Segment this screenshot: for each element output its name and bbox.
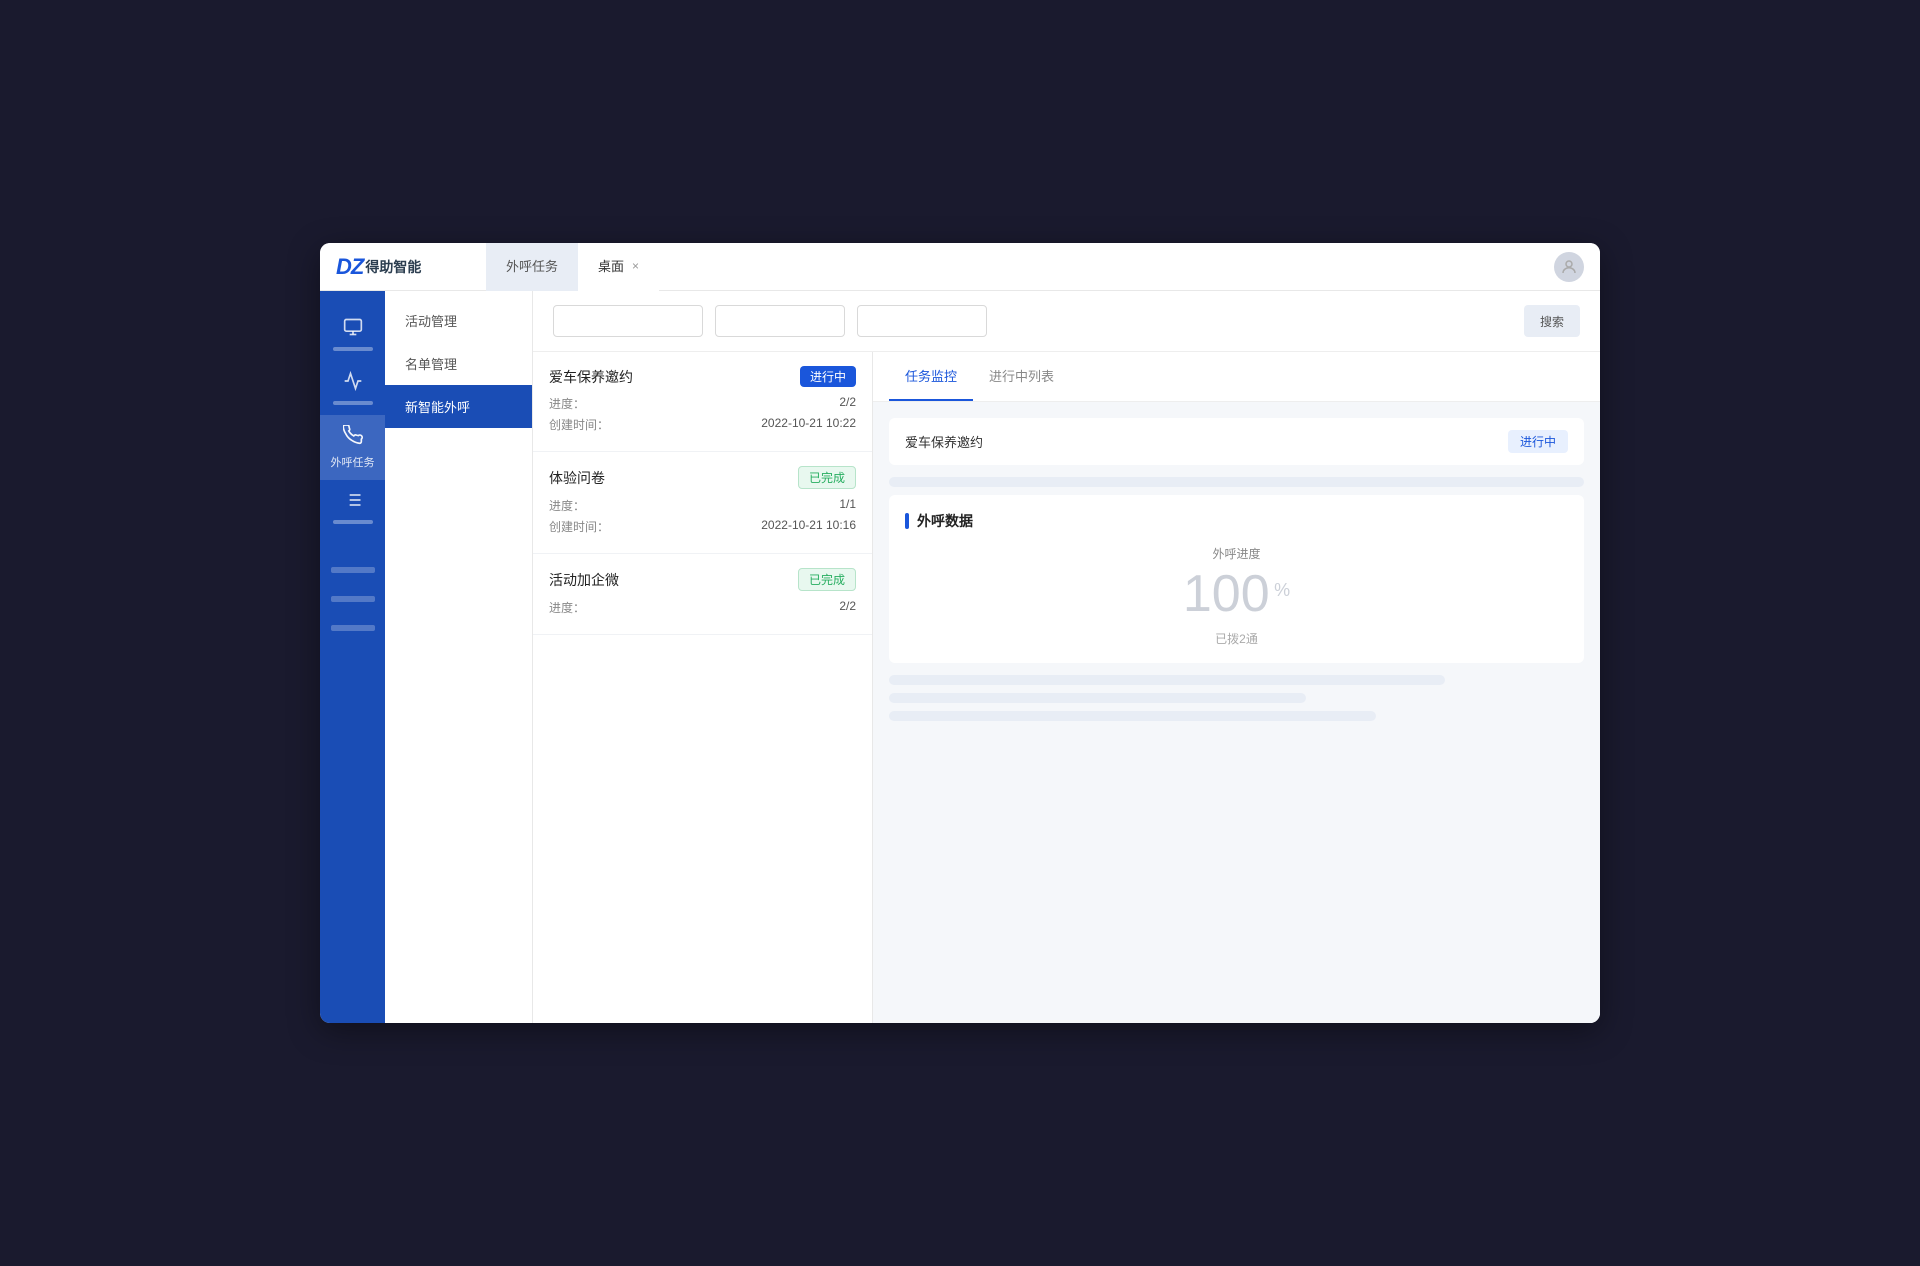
logo: DZ 得助智能 (336, 254, 486, 280)
sidebar-item-monitor[interactable] (320, 307, 385, 361)
section-title: 外呼数据 (905, 511, 1568, 531)
app-window: DZ 得助智能 外呼任务 桌面 × (320, 243, 1600, 1023)
placeholder-bar-2 (889, 675, 1445, 685)
task-info-progress-2: 进度： 1/1 (549, 497, 856, 514)
dialed-label: 已拨2通 (1215, 630, 1258, 647)
task-badge-1: 进行中 (800, 366, 856, 387)
placeholder-area (889, 675, 1584, 721)
sidebar: 外呼任务 (320, 291, 385, 1023)
topbar-right (1554, 252, 1584, 282)
search-button[interactable]: 搜索 (1524, 305, 1580, 337)
task-info-progress-3: 进度： 2/2 (549, 599, 856, 616)
outbound-icon (343, 425, 363, 450)
section-title-bar (905, 513, 909, 529)
sidebar-bar-chart (333, 401, 373, 405)
logo-text: 得助智能 (365, 257, 421, 277)
detail-tab-ongoing-list[interactable]: 进行中列表 (973, 352, 1070, 401)
main-layout: 外呼任务 (320, 291, 1600, 1023)
task-info-time-2: 创建时间： 2022-10-21 10:16 (549, 518, 856, 535)
placeholder-bar-4 (889, 711, 1376, 721)
task-info-progress-1: 进度： 2/2 (549, 395, 856, 412)
progress-label: 外呼进度 (1212, 545, 1260, 562)
monitor-icon (343, 317, 363, 342)
data-section: 外呼数据 外呼进度 100 % 已拨2通 (889, 495, 1584, 663)
task-card-3[interactable]: 活动加企微 已完成 进度： 2/2 (533, 554, 872, 635)
detail-tabs: 任务监控 进行中列表 (873, 352, 1600, 402)
sub-sidebar: 活动管理 名单管理 新智能外呼 (385, 291, 533, 1023)
content: 搜索 爱车保养邀约 进行中 进度： 2/2 (533, 291, 1600, 1023)
progress-value: 100 (1183, 565, 1270, 623)
list-icon (343, 490, 363, 515)
two-panel: 爱车保养邀约 进行中 进度： 2/2 创建时间： 2022-10-21 10:2… (533, 352, 1600, 1023)
filter-bar: 搜索 (533, 291, 1600, 352)
sidebar-item-extra3[interactable] (320, 612, 385, 641)
task-card-2[interactable]: 体验问卷 已完成 进度： 1/1 创建时间： 2022-10-21 10:16 (533, 452, 872, 554)
chart-icon (343, 371, 363, 396)
filter-input-1[interactable] (553, 305, 703, 337)
tab-close-icon[interactable]: × (632, 259, 639, 273)
task-name-2: 体验问卷 (549, 468, 605, 488)
task-name-3: 活动加企微 (549, 570, 619, 590)
user-avatar[interactable] (1554, 252, 1584, 282)
sidebar-bar-list (333, 520, 373, 524)
sub-item-smart-outbound[interactable]: 新智能外呼 (385, 385, 532, 428)
sidebar-item-extra2[interactable] (320, 583, 385, 612)
sidebar-bar-extra3 (331, 625, 375, 631)
task-card-1-header: 爱车保养邀约 进行中 (549, 366, 856, 387)
task-info-time-1: 创建时间： 2022-10-21 10:22 (549, 416, 856, 433)
filter-input-2[interactable] (715, 305, 845, 337)
status-badge: 进行中 (1508, 430, 1568, 453)
sidebar-label-outbound: 外呼任务 (331, 454, 375, 470)
sidebar-item-extra1[interactable] (320, 554, 385, 583)
topbar: DZ 得助智能 外呼任务 桌面 × (320, 243, 1600, 291)
sidebar-item-list[interactable] (320, 480, 385, 534)
sidebar-bar-monitor (333, 347, 373, 351)
task-card-2-header: 体验问卷 已完成 (549, 466, 856, 489)
progress-value-row: 100 % (1183, 568, 1290, 620)
sidebar-bar-extra2 (331, 596, 375, 602)
sidebar-item-chart[interactable] (320, 361, 385, 415)
tabs-bar: 外呼任务 桌面 × (486, 243, 1554, 291)
status-row: 爱车保养邀约 进行中 (889, 418, 1584, 465)
detail-panel: 任务监控 进行中列表 爱车保养邀约 进行中 (873, 352, 1600, 1023)
task-badge-3: 已完成 (798, 568, 856, 591)
filter-input-3[interactable] (857, 305, 987, 337)
detail-body: 爱车保养邀约 进行中 外呼数据 外呼进度 (873, 402, 1600, 745)
task-name-1: 爱车保养邀约 (549, 367, 633, 387)
sidebar-item-outbound[interactable]: 外呼任务 (320, 415, 385, 480)
task-card-1[interactable]: 爱车保养邀约 进行中 进度： 2/2 创建时间： 2022-10-21 10:2… (533, 352, 872, 452)
placeholder-bar-1 (889, 477, 1584, 487)
placeholder-bar-3 (889, 693, 1306, 703)
task-list: 爱车保养邀约 进行中 进度： 2/2 创建时间： 2022-10-21 10:2… (533, 352, 873, 1023)
data-grid: 外呼进度 100 % 已拨2通 (905, 545, 1568, 647)
logo-dz: DZ (336, 254, 363, 280)
task-badge-2: 已完成 (798, 466, 856, 489)
sub-item-activity[interactable]: 活动管理 (385, 299, 532, 342)
sidebar-bar-extra1 (331, 567, 375, 573)
tab-outbound[interactable]: 外呼任务 (486, 243, 578, 291)
progress-pct: % (1274, 580, 1290, 600)
detail-tab-monitor[interactable]: 任务监控 (889, 352, 973, 401)
sub-item-namelist[interactable]: 名单管理 (385, 342, 532, 385)
status-task-name: 爱车保养邀约 (905, 432, 983, 451)
tab-desktop[interactable]: 桌面 × (578, 243, 659, 291)
task-card-3-header: 活动加企微 已完成 (549, 568, 856, 591)
